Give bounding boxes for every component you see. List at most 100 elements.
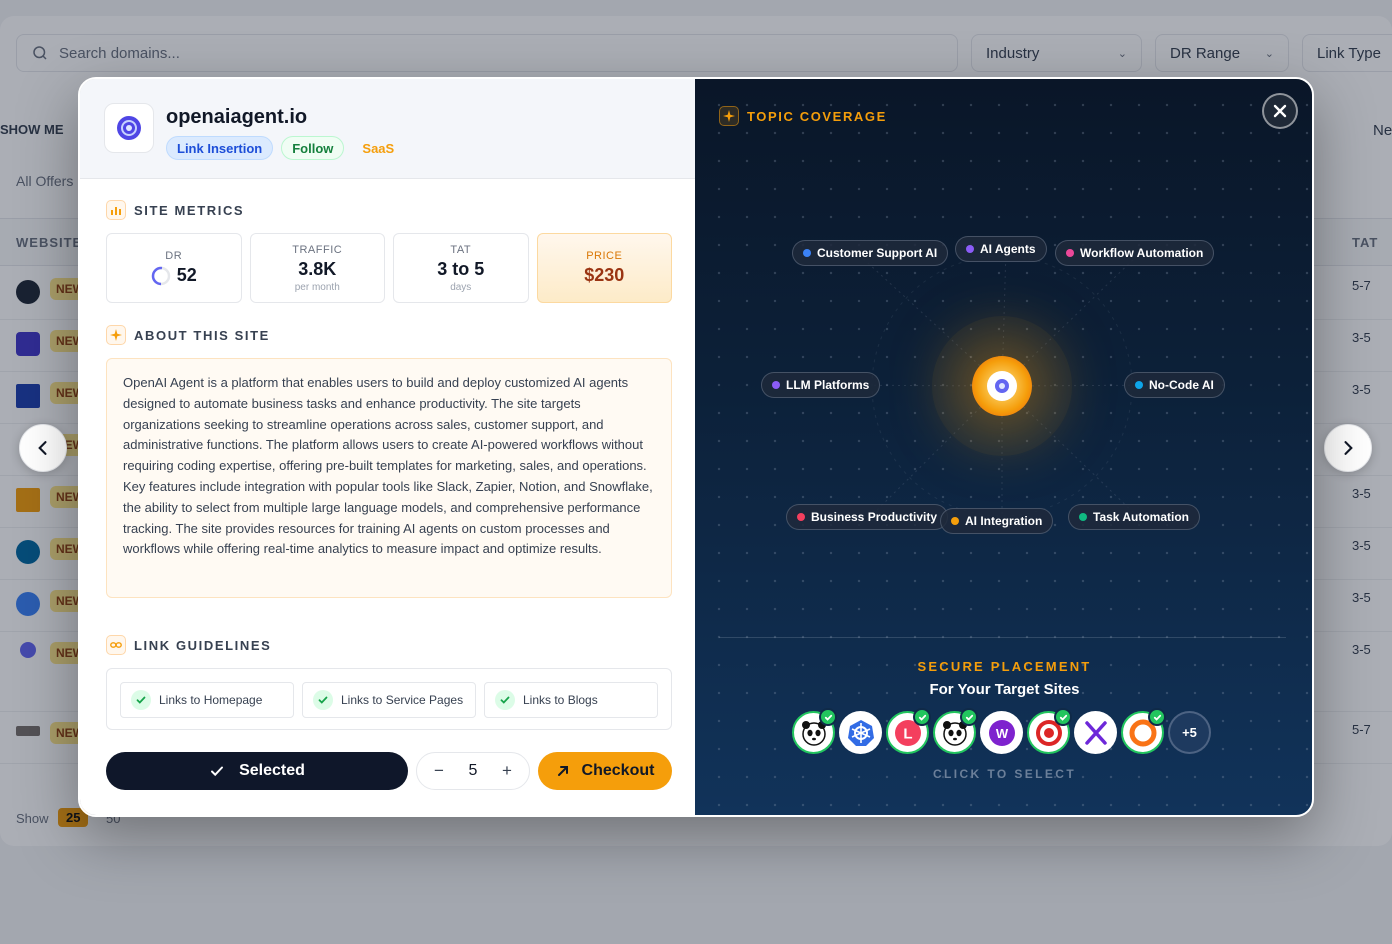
site-details-panel: openaiagent.io Link Insertion Follow Saa…	[80, 79, 695, 815]
action-bar: Selected − 5 + Checkout	[106, 752, 672, 792]
openai-agent-logo-icon	[117, 116, 141, 140]
w-logo-icon: W	[988, 719, 1015, 746]
topic-dot	[1079, 513, 1087, 521]
topic-label: AI Integration	[965, 514, 1043, 528]
selected-check-icon	[913, 708, 931, 726]
guideline-item: Links to Service Pages	[302, 682, 476, 718]
target-site-avatar[interactable]: L	[886, 708, 931, 754]
previous-site-button[interactable]	[19, 424, 67, 472]
topic-pill[interactable]: No-Code AI	[1124, 372, 1225, 398]
category-tag: SaaS	[362, 140, 395, 156]
selected-check-icon	[1054, 708, 1072, 726]
target-site-avatar[interactable]	[1074, 711, 1117, 754]
target-sites-list: L W +5	[792, 708, 1211, 755]
target-site-avatar[interactable]	[792, 708, 837, 754]
topic-pill[interactable]: Business Productivity	[786, 504, 949, 530]
secure-placement-title: SECURE PLACEMENT	[917, 659, 1092, 674]
guideline-label: Links to Blogs	[523, 693, 598, 707]
price-label: PRICE	[586, 250, 623, 262]
dr-ring-icon	[151, 266, 170, 285]
check-icon	[211, 766, 224, 777]
link-type-tag: Link Insertion	[166, 136, 274, 160]
check-icon	[313, 690, 333, 710]
topic-label: LLM Platforms	[786, 378, 870, 392]
guideline-item: Links to Blogs	[484, 682, 658, 718]
tat-value: 3 to 5	[437, 258, 485, 279]
topic-pill[interactable]: Workflow Automation	[1055, 240, 1215, 266]
price-value: $230	[584, 265, 625, 285]
price-metric: PRICE $230	[536, 233, 672, 303]
target-site-avatar[interactable]	[839, 711, 882, 754]
guideline-label: Links to Service Pages	[341, 693, 464, 707]
about-title: ABOUT THIS SITE	[134, 327, 270, 343]
placement-divider	[719, 637, 1286, 638]
site-metrics-heading: SITE METRICS	[106, 200, 244, 220]
traffic-sub: per month	[294, 281, 340, 293]
decrement-button[interactable]: −	[431, 761, 447, 781]
topic-coverage-panel: TOPIC COVERAGE Customer Support AI AI Ag…	[695, 79, 1312, 815]
topic-dot	[772, 381, 780, 389]
selected-button[interactable]: Selected	[106, 752, 408, 790]
topic-dot	[966, 245, 974, 253]
topic-label: Business Productivity	[811, 510, 938, 524]
site-detail-modal: openaiagent.io Link Insertion Follow Saa…	[78, 77, 1314, 817]
bar-chart-icon	[106, 200, 126, 220]
topic-dot	[1135, 381, 1143, 389]
dr-metric: DR 52	[106, 233, 242, 303]
topic-pill[interactable]: Task Automation	[1068, 504, 1201, 530]
more-sites-button[interactable]: +5	[1168, 711, 1211, 754]
site-header: openaiagent.io Link Insertion Follow Saa…	[80, 79, 695, 179]
topic-pill[interactable]: AI Agents	[955, 236, 1047, 262]
checkout-button[interactable]: Checkout	[538, 752, 672, 790]
topic-dot	[951, 517, 959, 525]
target-site-avatar[interactable]	[1121, 708, 1166, 754]
follow-tag: Follow	[281, 136, 345, 160]
topic-pill[interactable]: LLM Platforms	[761, 372, 881, 398]
target-site-avatar[interactable]	[1027, 708, 1072, 754]
selected-check-icon	[1148, 708, 1166, 726]
topic-label: Customer Support AI	[817, 246, 938, 260]
tat-sub: days	[450, 281, 472, 293]
sparkle-icon	[106, 325, 126, 345]
selected-check-icon	[819, 708, 837, 726]
topic-dot	[803, 249, 811, 257]
tat-metric: TAT 3 to 5 days	[393, 233, 529, 303]
target-site-avatar[interactable]: W	[980, 711, 1023, 754]
next-site-button[interactable]	[1324, 424, 1372, 472]
check-icon	[495, 690, 515, 710]
openai-agent-logo-icon	[987, 371, 1017, 401]
traffic-metric: TRAFFIC 3.8K per month	[249, 233, 385, 303]
link-guidelines-list: Links to Homepage Links to Service Pages…	[106, 668, 672, 730]
link-icon	[106, 635, 126, 655]
link-guidelines-title: LINK GUIDELINES	[134, 637, 272, 653]
topic-pill[interactable]: Customer Support AI	[792, 240, 949, 266]
about-heading: ABOUT THIS SITE	[106, 325, 270, 345]
topic-dot	[1066, 249, 1074, 257]
tat-label: TAT	[450, 243, 472, 256]
traffic-label: TRAFFIC	[292, 243, 343, 256]
selected-label: Selected	[239, 762, 305, 779]
site-tags: Link Insertion Follow SaaS	[166, 136, 404, 160]
increment-button[interactable]: +	[499, 761, 515, 781]
topic-pill[interactable]: AI Integration	[940, 508, 1054, 534]
svg-text:L: L	[903, 725, 912, 742]
topic-label: Workflow Automation	[1080, 246, 1204, 260]
site-logo	[104, 103, 154, 153]
quantity-stepper: − 5 +	[416, 752, 530, 790]
about-description: OpenAI Agent is a platform that enables …	[106, 358, 672, 598]
x-logo-icon	[1084, 720, 1107, 745]
arrow-up-right-icon	[557, 766, 568, 776]
kubernetes-logo-icon	[847, 719, 874, 746]
site-name: openaiagent.io	[166, 106, 308, 128]
check-icon	[131, 690, 151, 710]
dr-value: 52	[176, 265, 197, 285]
chevron-right-icon	[1344, 441, 1353, 455]
target-site-avatar[interactable]	[933, 708, 978, 754]
link-guidelines-heading: LINK GUIDELINES	[106, 635, 271, 655]
secure-placement-subtitle: For Your Target Sites	[929, 681, 1080, 698]
quantity-value[interactable]: 5	[469, 762, 478, 780]
svg-text:W: W	[995, 726, 1008, 741]
guideline-label: Links to Homepage	[159, 693, 263, 707]
site-metrics-title: SITE METRICS	[134, 202, 245, 218]
topic-dot	[797, 513, 805, 521]
